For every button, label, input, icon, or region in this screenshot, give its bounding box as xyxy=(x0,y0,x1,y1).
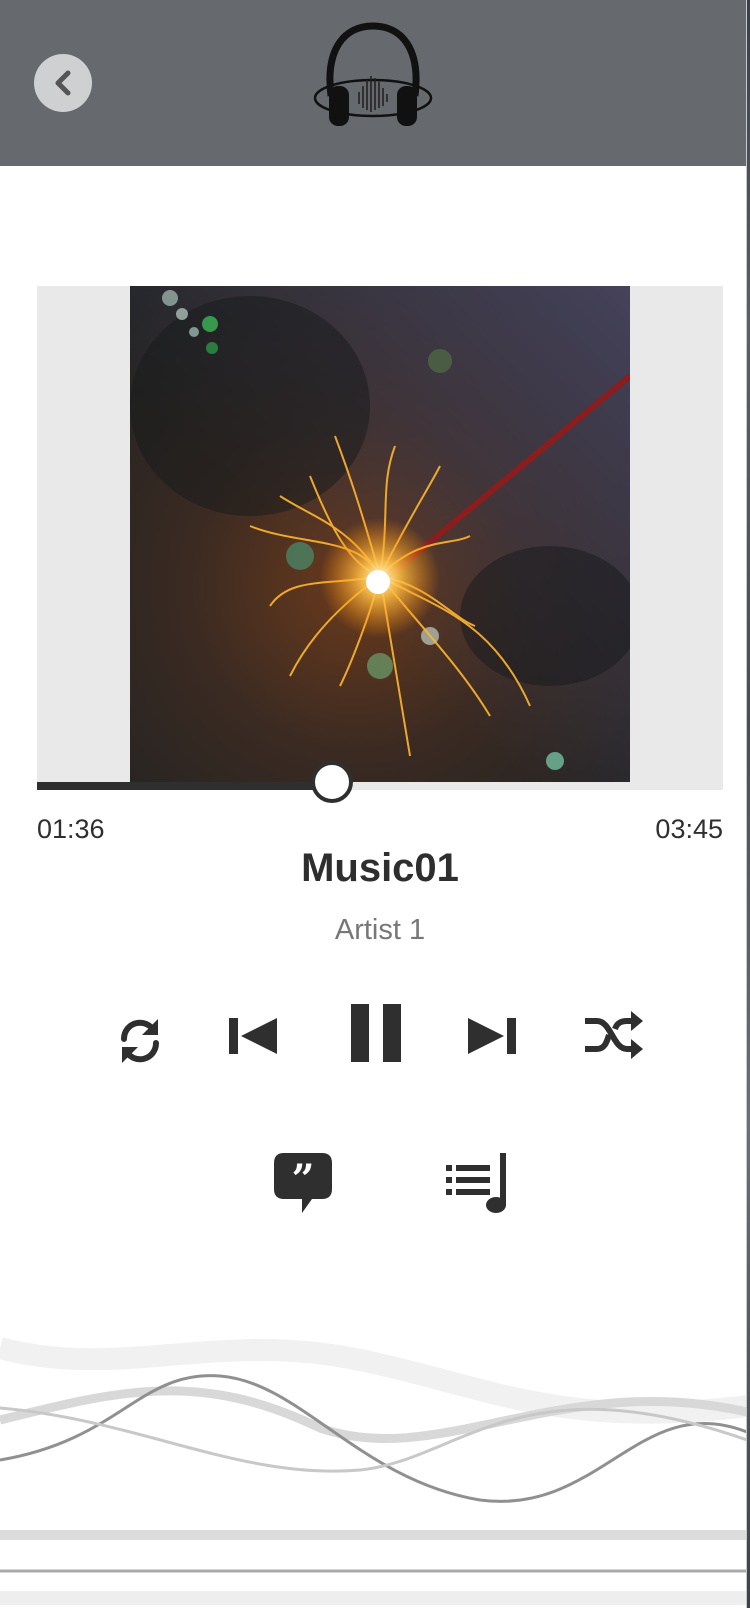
lyrics-button[interactable]: ” xyxy=(270,1150,336,1216)
playlist-music-icon xyxy=(446,1153,506,1213)
pause-button[interactable] xyxy=(344,1000,408,1066)
current-time: 01:36 xyxy=(37,814,105,844)
music-player-screen: 01:36 03:45 Music01 Artist 1 ” xyxy=(0,0,750,1608)
progress-fill xyxy=(37,782,332,790)
next-button[interactable] xyxy=(462,1008,522,1064)
header-bar xyxy=(0,0,747,166)
chevron-left-icon xyxy=(55,70,71,96)
progress-track[interactable] xyxy=(37,782,723,790)
skip-previous-icon xyxy=(229,1018,277,1054)
back-button[interactable] xyxy=(34,54,92,112)
track-title: Music01 xyxy=(301,846,459,890)
playlist-button[interactable] xyxy=(442,1150,512,1216)
decorative-waves xyxy=(0,1337,747,1605)
quote-bubble-icon: ” xyxy=(274,1153,332,1213)
svg-text:”: ” xyxy=(291,1156,314,1203)
album-art xyxy=(130,286,630,786)
repeat-button[interactable] xyxy=(109,1010,171,1072)
shuffle-button[interactable] xyxy=(580,1006,646,1064)
skip-next-icon xyxy=(468,1018,516,1054)
previous-button[interactable] xyxy=(223,1008,283,1064)
headphones-logo-icon xyxy=(313,22,433,126)
pause-icon xyxy=(351,1004,401,1062)
sparkler-image xyxy=(130,286,630,786)
album-art-frame xyxy=(37,286,723,786)
artist-name: Artist 1 xyxy=(334,914,426,946)
progress-thumb[interactable] xyxy=(310,761,353,803)
shuffle-icon xyxy=(585,1011,643,1059)
repeat-icon xyxy=(120,1019,160,1063)
total-time: 03:45 xyxy=(655,814,723,844)
